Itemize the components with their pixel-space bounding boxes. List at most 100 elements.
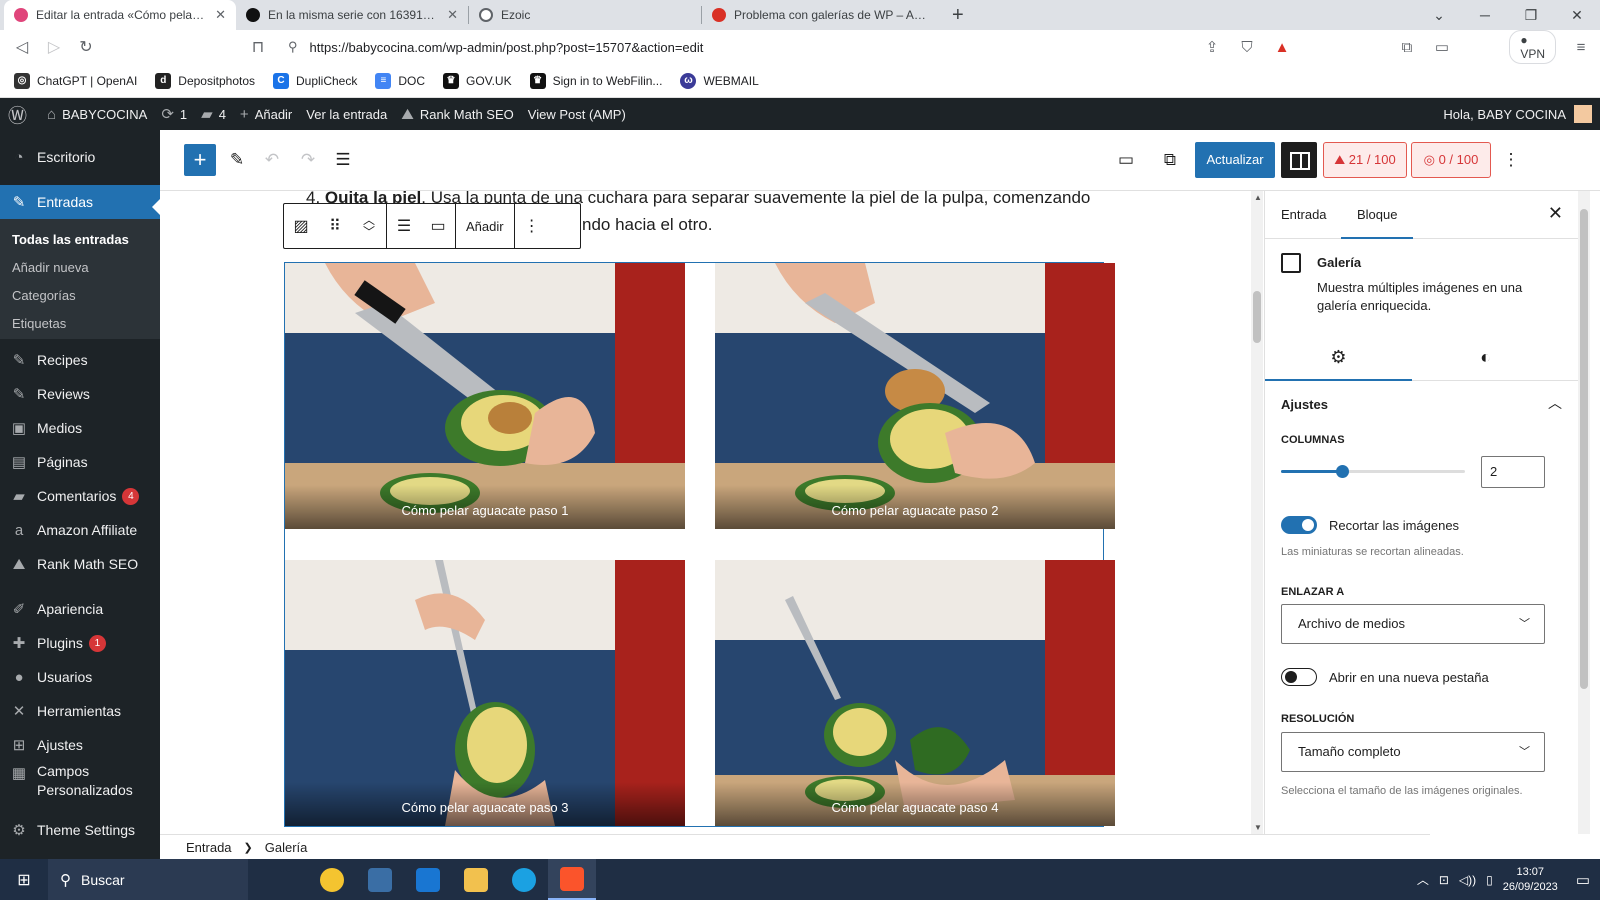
bookmark-chatgpt[interactable]: ◎ ChatGPT | OpenAI [14,72,137,89]
widgets-icon[interactable] [308,859,356,900]
gallery-block[interactable]: Cómo pelar aguacate paso 1 Cómo pelar ag… [284,262,1115,827]
view-amp-link[interactable]: View Post (AMP) [521,98,633,130]
gallery-image-1[interactable]: Cómo pelar aguacate paso 1 [285,263,685,529]
tab-entrada[interactable]: Entrada [1265,191,1343,239]
canvas-scrollbar[interactable]: ▲ ▼ [1251,191,1263,834]
brave-shield-icon[interactable]: ⛉ [1234,39,1260,56]
gallery-image-2[interactable]: Cómo pelar aguacate paso 2 [715,263,1115,529]
sidebar-item-entradas[interactable]: ✎ Entradas [0,185,160,219]
brave-icon[interactable] [548,859,596,900]
mail-icon[interactable] [404,859,452,900]
redo-icon[interactable]: ↷ [292,144,324,176]
clock[interactable]: 13:07 26/09/2023 [1503,865,1558,895]
scroll-up-icon[interactable]: ▲ [1254,193,1262,202]
store-icon[interactable] [356,859,404,900]
align-icon[interactable]: ☰ [387,216,421,236]
sidebar-item-rankmath[interactable]: ⛰ Rank Math SEO [0,547,160,581]
sidebar-item-comentarios[interactable]: ▰ Comentarios 4 [0,479,160,513]
bookmark-doc[interactable]: ≡ DOC [375,72,425,89]
close-window-icon[interactable]: ✕ [1554,7,1600,24]
gallery-image-3[interactable]: Cómo pelar aguacate paso 3 [285,560,685,826]
rank-math-link[interactable]: ⛰ Rank Math SEO [394,98,521,130]
sidebar-item-escritorio[interactable]: ◔ Escritorio [0,140,160,174]
add-images-button[interactable]: Añadir [456,219,514,234]
sidebar-scrollbar[interactable] [1578,191,1590,834]
sidebar-item-herramientas[interactable]: ✕ Herramientas [0,694,160,728]
new-tab-icon[interactable]: + [942,4,974,27]
sidebar-item-campos[interactable]: ▦ Campos Personalizados [0,762,160,810]
browser-tab-serie[interactable]: En la misma serie con 163916358 Fru ✕ [236,0,468,30]
back-icon[interactable]: ◁ [6,37,38,57]
caption-icon[interactable]: ▭ [421,216,455,236]
view-post-link[interactable]: Ver la entrada [299,98,394,130]
settings-gear-icon[interactable]: ⚙ [1265,333,1412,381]
rank-math-seo-score-button[interactable]: ⛰ 21 / 100 [1323,142,1407,178]
sidebar-item-amazon[interactable]: a Amazon Affiliate [0,513,160,547]
tab-search-icon[interactable]: ⌄ [1416,7,1462,24]
edit-tools-icon[interactable]: ✎ [221,144,253,176]
move-up-down-icon[interactable]: ︿ ﹀ [352,214,386,238]
taskbar-search[interactable]: ⚲ Buscar [48,859,248,900]
crop-images-toggle[interactable] [1281,516,1317,534]
gallery-block-icon[interactable]: ▨ [284,216,318,236]
styles-contrast-icon[interactable]: ◐ [1412,333,1559,381]
bookmark-webmail[interactable]: ω WEBMAIL [680,72,759,89]
document-overview-icon[interactable]: ☰ [327,144,359,176]
browser-tab-problema[interactable]: Problema con galerías de WP – Admin [702,0,942,30]
open-new-tab-toggle[interactable] [1281,668,1317,686]
bookmark-depositphotos[interactable]: d Depositphotos [155,72,255,89]
gallery-caption-2[interactable]: Cómo pelar aguacate paso 2 [715,485,1115,529]
minimize-icon[interactable]: ─ [1462,7,1508,23]
panel-section-ajustes[interactable]: Ajustes [1281,397,1563,412]
site-name-link[interactable]: ⌂ BABYCOCINA [40,98,154,130]
share-icon[interactable]: ⇪ [1199,38,1225,56]
windows-start-icon[interactable]: ⊞ [0,870,48,890]
sidebar-item-ajustes[interactable]: ⊞ Ajustes [0,728,160,762]
maximize-icon[interactable]: ❐ [1508,7,1554,24]
settings-toggle-button[interactable] [1281,142,1317,178]
sidebar-item-medios[interactable]: ▣ Medios [0,411,160,445]
reload-icon[interactable]: ↻ [70,37,102,57]
view-post-icon[interactable]: ⧉ [1154,144,1186,176]
columns-range-slider[interactable] [1281,465,1465,478]
forward-icon[interactable]: ▷ [38,37,70,57]
notifications-icon[interactable]: ▭ [1576,871,1590,889]
scroll-down-icon[interactable]: ▼ [1254,823,1262,832]
updates-link[interactable]: ⟳ 1 [154,98,194,130]
resolution-select[interactable]: Tamaño completo ﹀ [1281,732,1545,772]
bookmark-webfiling[interactable]: ♛ Sign in to WebFilin... [529,72,662,89]
site-info-icon[interactable]: ⚲ [288,39,298,55]
sidebar-item-usuarios[interactable]: ● Usuarios [0,660,160,694]
comments-link[interactable]: ▰ 4 [194,98,233,130]
options-icon[interactable]: ⋮ [1495,144,1527,176]
preview-icon[interactable]: ▭ [1110,144,1142,176]
range-thumb[interactable] [1335,465,1349,478]
sidebar-item-plugins[interactable]: ✚ Plugins 1 [0,626,160,660]
submenu-etiquetas[interactable]: Etiquetas [12,316,66,331]
my-account-link[interactable]: Hola, BABY COCINA [1443,98,1592,130]
vpn-button[interactable]: ● VPN [1509,30,1556,64]
extensions-icon[interactable]: ⧉ [1394,39,1420,56]
columns-number-input[interactable]: 2 [1481,456,1545,488]
browser-tab-ezoic[interactable]: Ezoic [469,0,701,30]
block-options-icon[interactable]: ⋮ [515,216,549,236]
sidebar-item-reviews[interactable]: ✎ Reviews [0,377,160,411]
gallery-image-4[interactable]: Cómo pelar aguacate paso 4 [715,560,1115,826]
sidebar-item-apariencia[interactable]: ✐ Apariencia [0,592,160,626]
network-icon[interactable]: ⊡ [1439,873,1449,887]
sidebar-item-theme-settings[interactable]: ⚙ Theme Settings [0,813,160,847]
gallery-caption-1[interactable]: Cómo pelar aguacate paso 1 [285,485,685,529]
submenu-categorias[interactable]: Categorías [12,288,76,303]
close-icon[interactable]: ✕ [1548,203,1563,224]
bookmark-duplicheck[interactable]: C DupliCheck [273,72,357,89]
chevron-up-icon[interactable]: ︿ [1417,871,1429,888]
sidebar-item-recipes[interactable]: ✎ Recipes [0,343,160,377]
block-inserter-button[interactable]: + [184,144,216,176]
gallery-caption-4[interactable]: Cómo pelar aguacate paso 4 [715,782,1115,826]
wp-logo-button[interactable]: Ⓦ [0,98,40,130]
url-field[interactable]: ⚲ https://babycocina.com/wp-admin/post.p… [240,33,1330,61]
drag-handle-icon[interactable]: ⠿ [318,216,352,236]
tab-bloque[interactable]: Bloque [1341,191,1414,239]
add-new-link[interactable]: + Añadir [233,98,299,130]
menu-icon[interactable]: ≡ [1568,39,1594,56]
